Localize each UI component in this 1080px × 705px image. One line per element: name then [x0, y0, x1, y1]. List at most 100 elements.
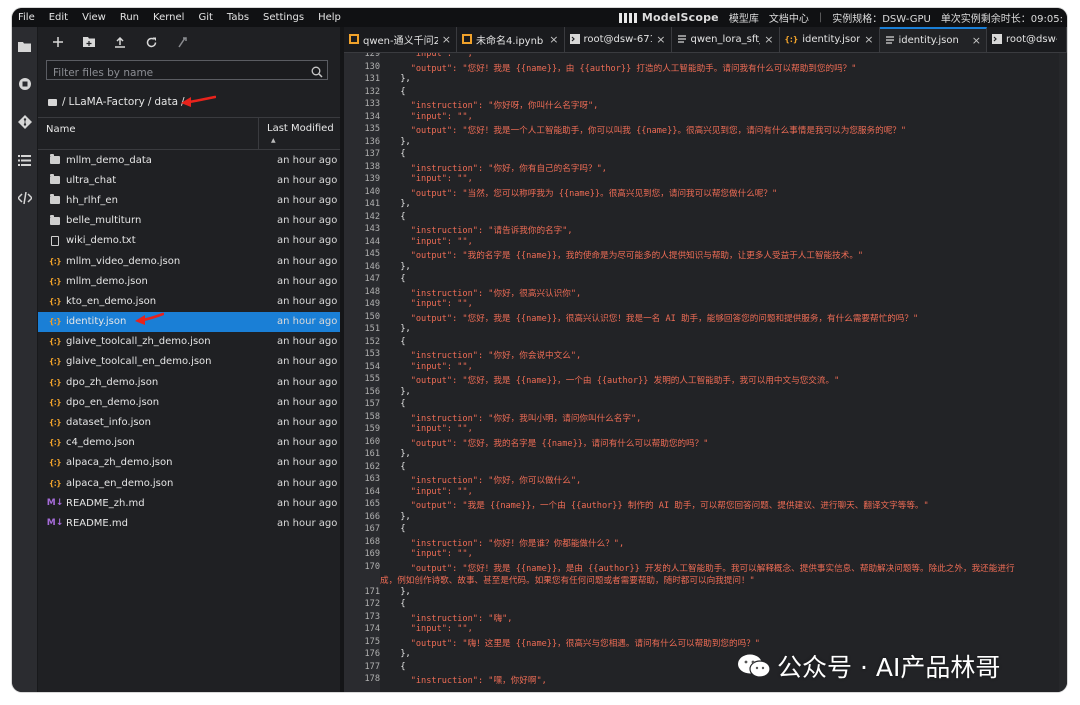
menu-settings[interactable]: Settings: [256, 12, 311, 23]
tab-close-icon[interactable]: ×: [549, 33, 558, 46]
line-number: 130: [364, 61, 380, 72]
file-row[interactable]: {:} identity.json an hour ago: [38, 311, 340, 332]
table-of-contents-icon[interactable]: [12, 141, 37, 179]
upload-icon[interactable]: [112, 34, 128, 50]
instance-spec: 实例规格：DSW-GPU: [832, 14, 931, 25]
filter-files-input[interactable]: [47, 64, 309, 82]
docs-link[interactable]: 文档中心: [769, 10, 809, 25]
code-line: "input": "",: [390, 299, 473, 309]
breadcrumb: / LLaMA-Factory / data /: [48, 96, 185, 108]
file-modified: an hour ago: [277, 437, 338, 449]
file-row[interactable]: mllm_demo_data an hour ago: [38, 150, 340, 170]
breadcrumb-llama-factory[interactable]: LLaMA-Factory: [69, 96, 145, 108]
line-number: 159: [364, 424, 380, 434]
tab-close-icon[interactable]: ×: [442, 33, 451, 46]
editor-tab[interactable]: qwen_lora_sft_l ×: [672, 27, 780, 52]
code-editor[interactable]: 129 130 131 132 133 134 135 136 137 138 139 140 141 1…: [344, 53, 1067, 692]
file-row[interactable]: ultra_chat an hour ago: [38, 170, 340, 190]
file-row[interactable]: {:} alpaca_en_demo.json an hour ago: [38, 473, 340, 493]
text-file-icon: [49, 235, 61, 246]
breadcrumb-data[interactable]: data: [154, 96, 178, 108]
tab-close-icon[interactable]: ×: [864, 33, 873, 46]
editor-tab[interactable]: {:} identity.json ×: [780, 27, 880, 52]
new-launcher-icon[interactable]: [50, 34, 66, 50]
git-clone-icon[interactable]: [174, 34, 190, 50]
file-row[interactable]: {:} mllm_video_demo.json an hour ago: [38, 251, 340, 271]
file-row[interactable]: {:} kto_en_demo.json an hour ago: [38, 291, 340, 311]
line-number: 150: [364, 311, 380, 322]
editor-tab[interactable]: root@dsw-67: [987, 27, 1067, 52]
tab-close-icon[interactable]: ×: [764, 33, 773, 46]
tab-close-icon[interactable]: ×: [972, 34, 981, 47]
code-line: {: [390, 211, 406, 222]
file-icon: [885, 35, 895, 47]
code-line: },: [390, 649, 411, 659]
file-modified: an hour ago: [277, 457, 338, 469]
code-extension-icon[interactable]: [12, 179, 37, 217]
line-number: 139: [364, 174, 380, 184]
file-row[interactable]: hh_rlhf_en an hour ago: [38, 190, 340, 210]
column-last-modified[interactable]: Last Modified ▲: [258, 118, 341, 149]
file-row[interactable]: {:} alpaca_zh_demo.json an hour ago: [38, 453, 340, 473]
file-row[interactable]: {:} dpo_zh_demo.json an hour ago: [38, 372, 340, 392]
file-modified: an hour ago: [277, 517, 338, 529]
line-number: 137: [364, 149, 380, 159]
json-file-icon: {:}: [48, 418, 62, 428]
editor-tab[interactable]: 未命名4.ipynb ×: [457, 27, 565, 52]
file-modified: an hour ago: [277, 356, 338, 368]
file-modified: an hour ago: [277, 396, 338, 408]
line-number: 174: [364, 624, 380, 634]
line-number: 148: [364, 286, 380, 297]
line-number: 154: [364, 361, 380, 372]
menu-run[interactable]: Run: [113, 12, 146, 23]
tab-close-icon[interactable]: ×: [656, 33, 665, 46]
file-row[interactable]: {:} dataset_info.json an hour ago: [38, 412, 340, 432]
menu-edit[interactable]: Edit: [42, 12, 75, 23]
file-modified: an hour ago: [277, 194, 338, 206]
home-folder-icon[interactable]: [48, 98, 57, 106]
code-line: "input": "",: [390, 624, 473, 634]
new-folder-icon[interactable]: [81, 34, 97, 50]
file-modified: an hour ago: [277, 255, 338, 267]
model-hub-link[interactable]: 模型库: [729, 10, 759, 25]
file-row[interactable]: belle_multiturn an hour ago: [38, 211, 340, 231]
file-row[interactable]: {:} c4_demo.json an hour ago: [38, 433, 340, 453]
tab-label: root@dsw-67: [1006, 34, 1057, 45]
terminal-icon: [569, 33, 580, 46]
editor-tab[interactable]: root@dsw-6712×: [565, 27, 672, 52]
json-file-icon: {:}: [48, 438, 62, 448]
code-line: "instruction": "你好，你可以做什么",: [390, 476, 582, 486]
file-browser-icon[interactable]: [12, 27, 37, 65]
json-file-icon: {:}: [48, 478, 62, 488]
menu-git[interactable]: Git: [191, 12, 219, 23]
file-row[interactable]: M↓ README.md an hour ago: [38, 513, 340, 533]
file-row[interactable]: {:} mllm_demo.json an hour ago: [38, 271, 340, 291]
line-number: 132: [364, 86, 380, 97]
editor-tab[interactable]: qwen-通义千问2 ×: [344, 27, 457, 52]
menu-view[interactable]: View: [75, 12, 113, 23]
editor-tab[interactable]: identity.json ×: [879, 27, 987, 52]
code-line: "output": "当然，您可以称呼我为 {{name}}。很高兴见到您，请问…: [390, 188, 778, 199]
editor-scrollbar[interactable]: [1059, 53, 1067, 692]
refresh-icon[interactable]: [143, 34, 159, 50]
file-modified: an hour ago: [277, 174, 338, 186]
menu-tabs[interactable]: Tabs: [220, 12, 256, 23]
filter-files-field[interactable]: [46, 60, 328, 82]
file-row[interactable]: {:} dpo_en_demo.json an hour ago: [38, 392, 340, 412]
file-list-header: Name Last Modified ▲: [38, 117, 340, 150]
file-browser-panel: / LLaMA-Factory / data / Name Last Modif…: [38, 27, 340, 692]
line-number: 152: [364, 336, 380, 347]
line-number: 176: [364, 649, 380, 659]
modelscope-logo[interactable]: ModelScope: [618, 11, 719, 24]
menu-help[interactable]: Help: [311, 12, 348, 23]
file-row[interactable]: M↓ README_zh.md an hour ago: [38, 493, 340, 513]
file-row[interactable]: wiki_demo.txt an hour ago: [38, 231, 340, 251]
menu-kernel[interactable]: Kernel: [146, 12, 191, 23]
running-kernels-icon[interactable]: [12, 65, 37, 103]
file-row[interactable]: {:} glaive_toolcall_zh_demo.json an hour a…: [38, 332, 340, 352]
line-number: 158: [364, 411, 380, 422]
git-icon[interactable]: [12, 103, 37, 141]
menu-file[interactable]: File: [12, 12, 42, 23]
column-name[interactable]: Name: [46, 124, 76, 135]
file-row[interactable]: {:} glaive_toolcall_en_demo.json an hour a…: [38, 352, 340, 372]
